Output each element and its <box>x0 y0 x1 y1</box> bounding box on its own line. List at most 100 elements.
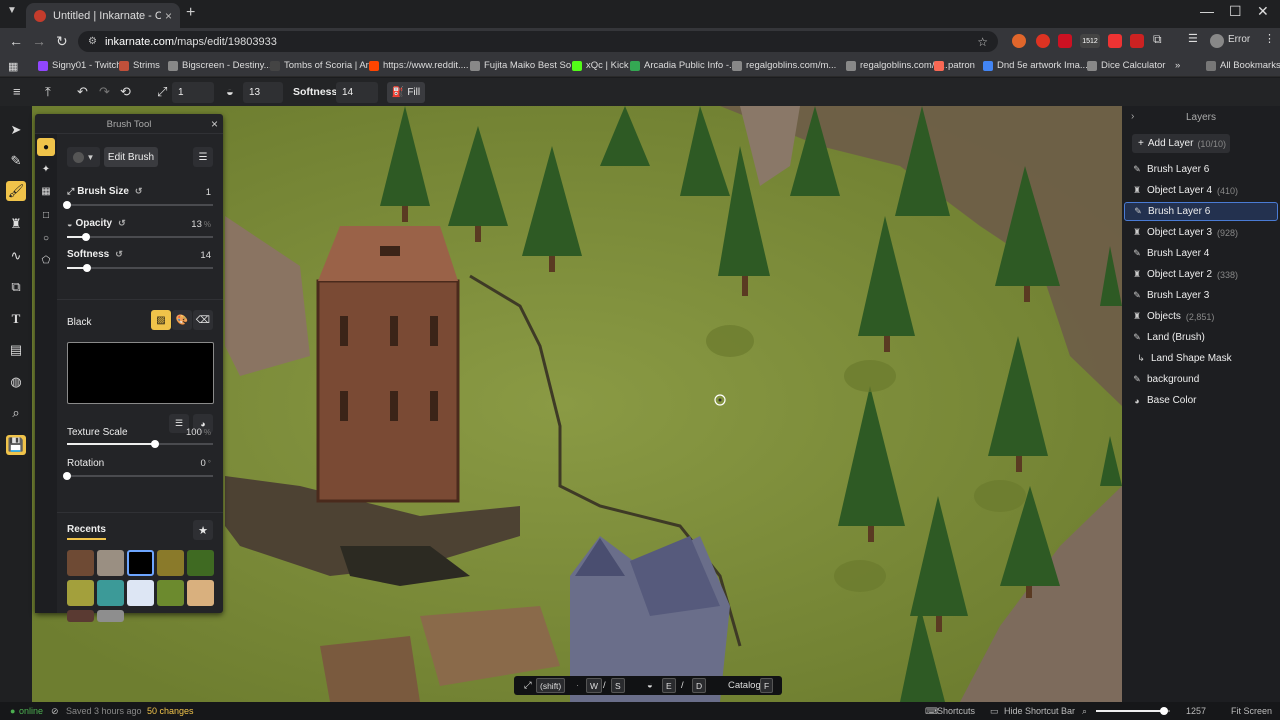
more-bookmarks-icon[interactable]: » <box>1175 60 1180 71</box>
slider-knob[interactable] <box>83 264 92 272</box>
slider-knob[interactable] <box>81 233 90 241</box>
bookmark-item[interactable]: Strims <box>119 60 160 71</box>
window-close-icon[interactable]: ✕ <box>1257 3 1269 20</box>
layer-item[interactable]: ◕ Base Color <box>1124 391 1278 410</box>
brush-tool-icon[interactable]: 🖌 <box>6 181 26 201</box>
zoom-value[interactable]: 1257 <box>1186 706 1206 716</box>
layer-item[interactable]: ♜ Object Layer 3 (928) <box>1124 223 1278 242</box>
recent-color-swatch[interactable] <box>127 550 154 576</box>
layer-item[interactable]: ✎ Brush Layer 6 <box>1124 202 1278 221</box>
apps-grid-icon[interactable]: ▦ <box>8 60 18 73</box>
eraser-icon[interactable]: ⌫ <box>193 310 213 330</box>
reset-icon[interactable]: ↺ <box>135 186 143 197</box>
bookmark-item[interactable]: regalgoblins.com/d... <box>846 60 948 71</box>
select-tool-icon[interactable]: ➤ <box>6 120 26 140</box>
recent-color-swatch[interactable] <box>97 580 124 606</box>
reload-icon[interactable]: ↻ <box>56 33 68 50</box>
recent-color-swatch[interactable] <box>67 580 94 606</box>
profile-avatar-icon[interactable] <box>1210 34 1224 48</box>
brush-settings-icon[interactable]: ☰ <box>193 147 213 167</box>
recent-color-swatch[interactable] <box>67 550 94 576</box>
slider-knob[interactable] <box>150 440 159 448</box>
layer-item[interactable]: ✎ background <box>1124 370 1278 389</box>
grid-brush-icon[interactable]: ▦ <box>37 182 55 200</box>
bookmark-item[interactable]: Bigscreen - Destiny... <box>168 60 272 71</box>
layer-item[interactable]: ✎ Brush Layer 4 <box>1124 244 1278 263</box>
reading-list-icon[interactable]: ☰ <box>1188 32 1202 46</box>
opacity-value[interactable]: 13% <box>191 219 211 230</box>
main-menu-icon[interactable]: ≡ <box>13 84 21 99</box>
recent-color-swatch[interactable] <box>187 550 214 576</box>
reset-icon[interactable]: ↺ <box>118 218 126 229</box>
bookmark-item[interactable]: Tombs of Scoria | Ar... <box>270 60 376 71</box>
circle-brush-icon[interactable]: ● <box>37 138 55 156</box>
text-tool-icon[interactable]: T <box>6 309 26 329</box>
land-brush-tool-icon[interactable]: ✎ <box>6 151 26 171</box>
texture-scale-slider[interactable] <box>67 440 213 448</box>
stamp-brush-icon[interactable]: ✦ <box>37 160 55 178</box>
slider-knob[interactable] <box>1160 707 1168 715</box>
history-icon[interactable]: ⟲ <box>120 84 131 100</box>
recent-color-swatch[interactable] <box>187 580 214 606</box>
recent-color-swatch[interactable] <box>127 580 154 606</box>
layer-item[interactable]: ✎ Land (Brush) <box>1124 328 1278 347</box>
extension-icon[interactable] <box>1012 34 1026 48</box>
browser-tab[interactable]: Untitled | Inkarnate - Create Fa × <box>26 3 180 28</box>
notes-tool-icon[interactable]: ▤ <box>6 340 26 360</box>
tab-search-icon[interactable]: ▼ <box>7 5 17 16</box>
bookmark-item[interactable]: Fujita Maiko Best So... <box>470 60 579 71</box>
square-shape-icon[interactable]: □ <box>37 206 55 224</box>
globe-tool-icon[interactable]: ◍ <box>6 372 26 392</box>
add-layer-button[interactable]: + Add Layer (10/10) <box>1132 134 1230 153</box>
profile-error-label[interactable]: Error <box>1228 34 1250 45</box>
layer-item[interactable]: ♜ Object Layer 2 (338) <box>1124 265 1278 284</box>
recent-color-swatch[interactable] <box>97 550 124 576</box>
brush-size-slider[interactable] <box>63 201 213 209</box>
adblock-icon[interactable] <box>1058 34 1072 48</box>
fit-screen-button[interactable]: Fit Screen <box>1231 706 1272 716</box>
shortcuts-button[interactable]: Shortcuts <box>937 706 975 716</box>
brush-picker[interactable]: ▼ <box>67 147 100 167</box>
palette-icon[interactable]: 🎨 <box>172 310 192 330</box>
circle-shape-icon[interactable]: ○ <box>37 229 55 247</box>
slider-knob[interactable] <box>63 201 71 209</box>
bookmark-item[interactable]: regalgoblins.com/m... <box>732 60 836 71</box>
all-bookmarks-button[interactable]: All Bookmarks <box>1206 60 1280 71</box>
extension-badge[interactable]: 1512 <box>1080 34 1100 48</box>
extension-icon[interactable] <box>1108 34 1122 48</box>
rotation-slider[interactable] <box>63 472 213 480</box>
opacity-input[interactable]: 13 <box>243 82 283 103</box>
edit-brush-button[interactable]: Edit Brush <box>104 147 158 167</box>
maximize-icon[interactable]: ☐ <box>1229 3 1242 20</box>
omnibox[interactable]: ⚙ inkarnate.com/maps/edit/19803933 ☆ <box>78 31 998 52</box>
extension-icon[interactable] <box>1130 34 1144 48</box>
recent-color-swatch[interactable] <box>157 550 184 576</box>
site-info-icon[interactable]: ⚙ <box>88 36 97 47</box>
extensions-puzzle-icon[interactable]: ⧉ <box>1153 32 1167 46</box>
panel-close-icon[interactable]: × <box>211 117 218 131</box>
softness-value[interactable]: 14 <box>200 250 211 261</box>
new-tab-button[interactable]: + <box>186 4 195 22</box>
browser-menu-icon[interactable]: ⋮ <box>1264 32 1278 46</box>
save-icon[interactable]: 💾 <box>6 435 26 455</box>
back-icon[interactable]: ← <box>9 33 23 49</box>
rotation-value[interactable]: 0 ° <box>201 458 212 469</box>
zoom-slider[interactable] <box>1096 707 1170 715</box>
layer-item[interactable]: ↳ Land Shape Mask <box>1124 349 1278 368</box>
recents-tab[interactable]: Recents <box>67 524 106 540</box>
tab-close-icon[interactable]: × <box>165 9 172 23</box>
bookmark-star-icon[interactable]: ☆ <box>977 35 988 49</box>
layer-item[interactable]: ♜ Objects (2,851) <box>1124 307 1278 326</box>
brush-size-input[interactable]: 1 <box>172 82 214 103</box>
color-swatch[interactable] <box>67 342 214 404</box>
bookmark-item[interactable]: Dnd 5e artwork Ima... <box>983 60 1088 71</box>
favorites-star-icon[interactable]: ★ <box>193 520 213 540</box>
layer-item[interactable]: ♜ Object Layer 4 (410) <box>1124 181 1278 200</box>
hide-shortcut-bar-button[interactable]: Hide Shortcut Bar <box>1004 706 1075 716</box>
object-tool-icon[interactable]: ♜ <box>6 214 26 234</box>
slider-knob[interactable] <box>63 472 71 480</box>
polygon-shape-icon[interactable]: ⬠ <box>37 251 55 269</box>
undo-icon[interactable]: ↶ <box>77 84 88 100</box>
bookmark-item[interactable]: Dice Calculator <box>1087 60 1165 71</box>
recent-color-swatch[interactable] <box>67 610 94 622</box>
